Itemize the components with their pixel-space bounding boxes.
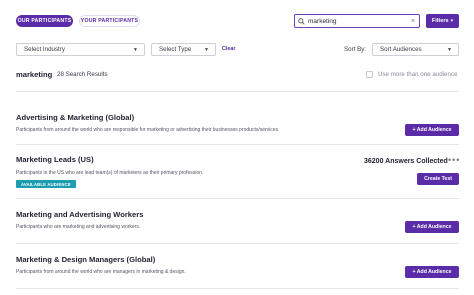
more-options-icon[interactable]: ••• [448,155,460,165]
search-box[interactable]: marketing × [294,14,420,28]
type-select-value: Select Type [159,46,192,53]
caret-down-icon: ▼ [447,47,452,53]
add-audience-button[interactable]: + Add Audience [405,221,459,233]
sort-select-value: Sort Audiences [380,46,422,53]
results-count: 28 Search Results [57,71,108,78]
audience-title[interactable]: Marketing Leads (US) [16,155,94,164]
divider [16,198,459,199]
tab-our-participants[interactable]: OUR PARTICIPANTS [16,15,73,27]
tab-your-participants[interactable]: YOUR PARTICIPANTS [79,15,140,27]
search-icon [295,15,308,27]
create-test-button[interactable]: Create Test [417,173,459,185]
available-audience-badge: AVAILABLE AUDIENCE [16,180,76,188]
divider [16,243,459,244]
caret-down-icon: ▼ [133,47,138,53]
sort-select[interactable]: Sort Audiences ▼ [372,43,459,56]
filters-button[interactable]: Filters ▾ [426,14,459,28]
chevron-down-icon: ▾ [450,18,454,24]
caret-down-icon: ▼ [204,47,209,53]
industry-select-value: Select Industry [24,46,65,53]
industry-select[interactable]: Select Industry ▼ [16,43,145,56]
multi-audience-option[interactable]: Use more than one audience [366,71,457,78]
clear-search-icon[interactable]: × [407,18,419,25]
audience-title[interactable]: Marketing and Advertising Workers [16,210,143,219]
divider [16,91,459,92]
clear-filters-link[interactable]: Clear [222,46,236,52]
search-input[interactable]: marketing [308,18,407,25]
divider [16,288,459,289]
multi-audience-checkbox[interactable] [366,71,373,78]
audience-title[interactable]: Advertising & Marketing (Global) [16,113,134,122]
audience-description: Participants who are marketing and adver… [16,224,141,230]
sort-by-label: Sort By: [344,46,367,53]
divider [16,144,459,145]
audience-description: Participants in the US who are lead team… [16,170,204,176]
audience-title[interactable]: Marketing & Design Managers (Global) [16,255,155,264]
audience-description: Participants from around the world who a… [16,269,186,275]
filters-button-label: Filters [431,18,449,24]
add-audience-button[interactable]: + Add Audience [405,266,459,278]
audience-description: Participants from around the world who a… [16,127,280,133]
add-audience-button[interactable]: + Add Audience [405,124,459,136]
multi-audience-label: Use more than one audience [378,71,458,78]
search-query: marketing [16,70,53,79]
answers-collected: 36200 Answers Collected [364,158,448,165]
type-select[interactable]: Select Type ▼ [151,43,216,56]
top-bar: OUR PARTICIPANTS YOUR PARTICIPANTS marke… [0,0,474,40]
